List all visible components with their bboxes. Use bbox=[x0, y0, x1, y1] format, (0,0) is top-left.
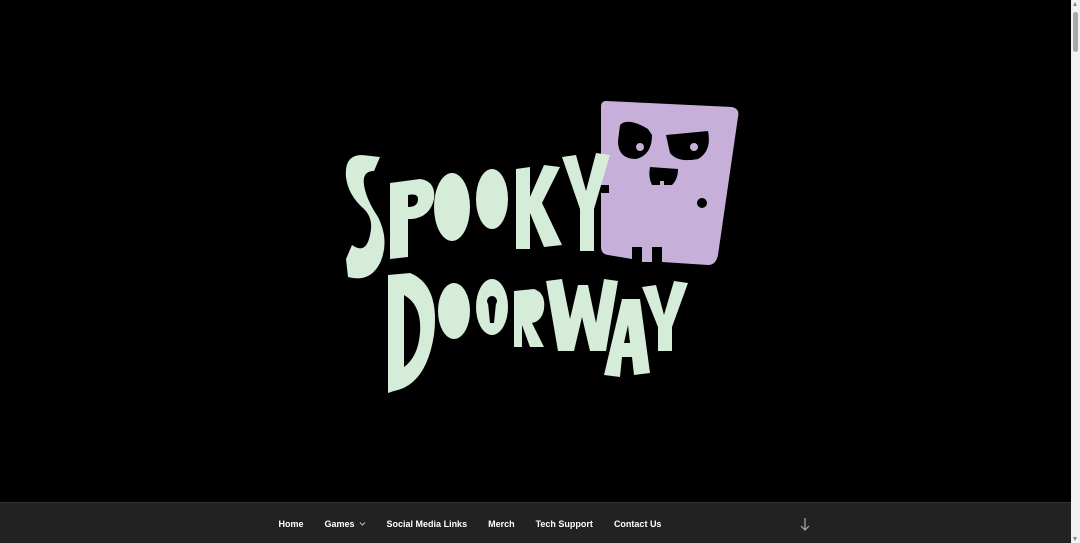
nav-menu: Home Games Social Media Links Merch Tech… bbox=[268, 503, 672, 543]
logo-wordmark-doorway bbox=[388, 273, 688, 393]
nav-item-social-media-links[interactable]: Social Media Links bbox=[376, 519, 478, 529]
vertical-scrollbar[interactable] bbox=[1071, 0, 1080, 543]
nav-item-label: Tech Support bbox=[535, 518, 593, 529]
logo-artwork bbox=[345, 101, 739, 393]
nav-item-merch[interactable]: Merch bbox=[478, 519, 526, 529]
hero-header: SPOOKY DOORWAY bbox=[0, 0, 1071, 502]
main-navigation: Home Games Social Media Links Merch Tech… bbox=[0, 502, 1071, 543]
nav-item-tech-support[interactable]: Tech Support bbox=[525, 519, 603, 529]
arrow-down-icon[interactable] bbox=[798, 516, 812, 532]
scroll-down-icon[interactable] bbox=[1073, 537, 1077, 541]
scrollbar-thumb[interactable] bbox=[1073, 12, 1078, 52]
chevron-down-icon bbox=[359, 522, 365, 526]
nav-item-games[interactable]: Games bbox=[314, 519, 376, 529]
nav-item-label: Home bbox=[278, 518, 304, 529]
door-skull-icon bbox=[601, 101, 739, 265]
nav-item-label: Games bbox=[324, 518, 355, 529]
nav-item-contact-us[interactable]: Contact Us bbox=[603, 519, 672, 529]
scroll-up-icon[interactable] bbox=[1073, 2, 1077, 6]
page: SPOOKY DOORWAY Home Games Social Media L… bbox=[0, 0, 1080, 543]
nav-item-label: Contact Us bbox=[613, 518, 662, 529]
nav-item-label: Social Media Links bbox=[386, 518, 468, 529]
nav-item-label: Merch bbox=[488, 518, 515, 529]
logo-wordmark-spooky bbox=[345, 153, 610, 279]
site-logo[interactable]: SPOOKY DOORWAY bbox=[330, 95, 750, 400]
nav-item-home[interactable]: Home bbox=[268, 519, 314, 529]
